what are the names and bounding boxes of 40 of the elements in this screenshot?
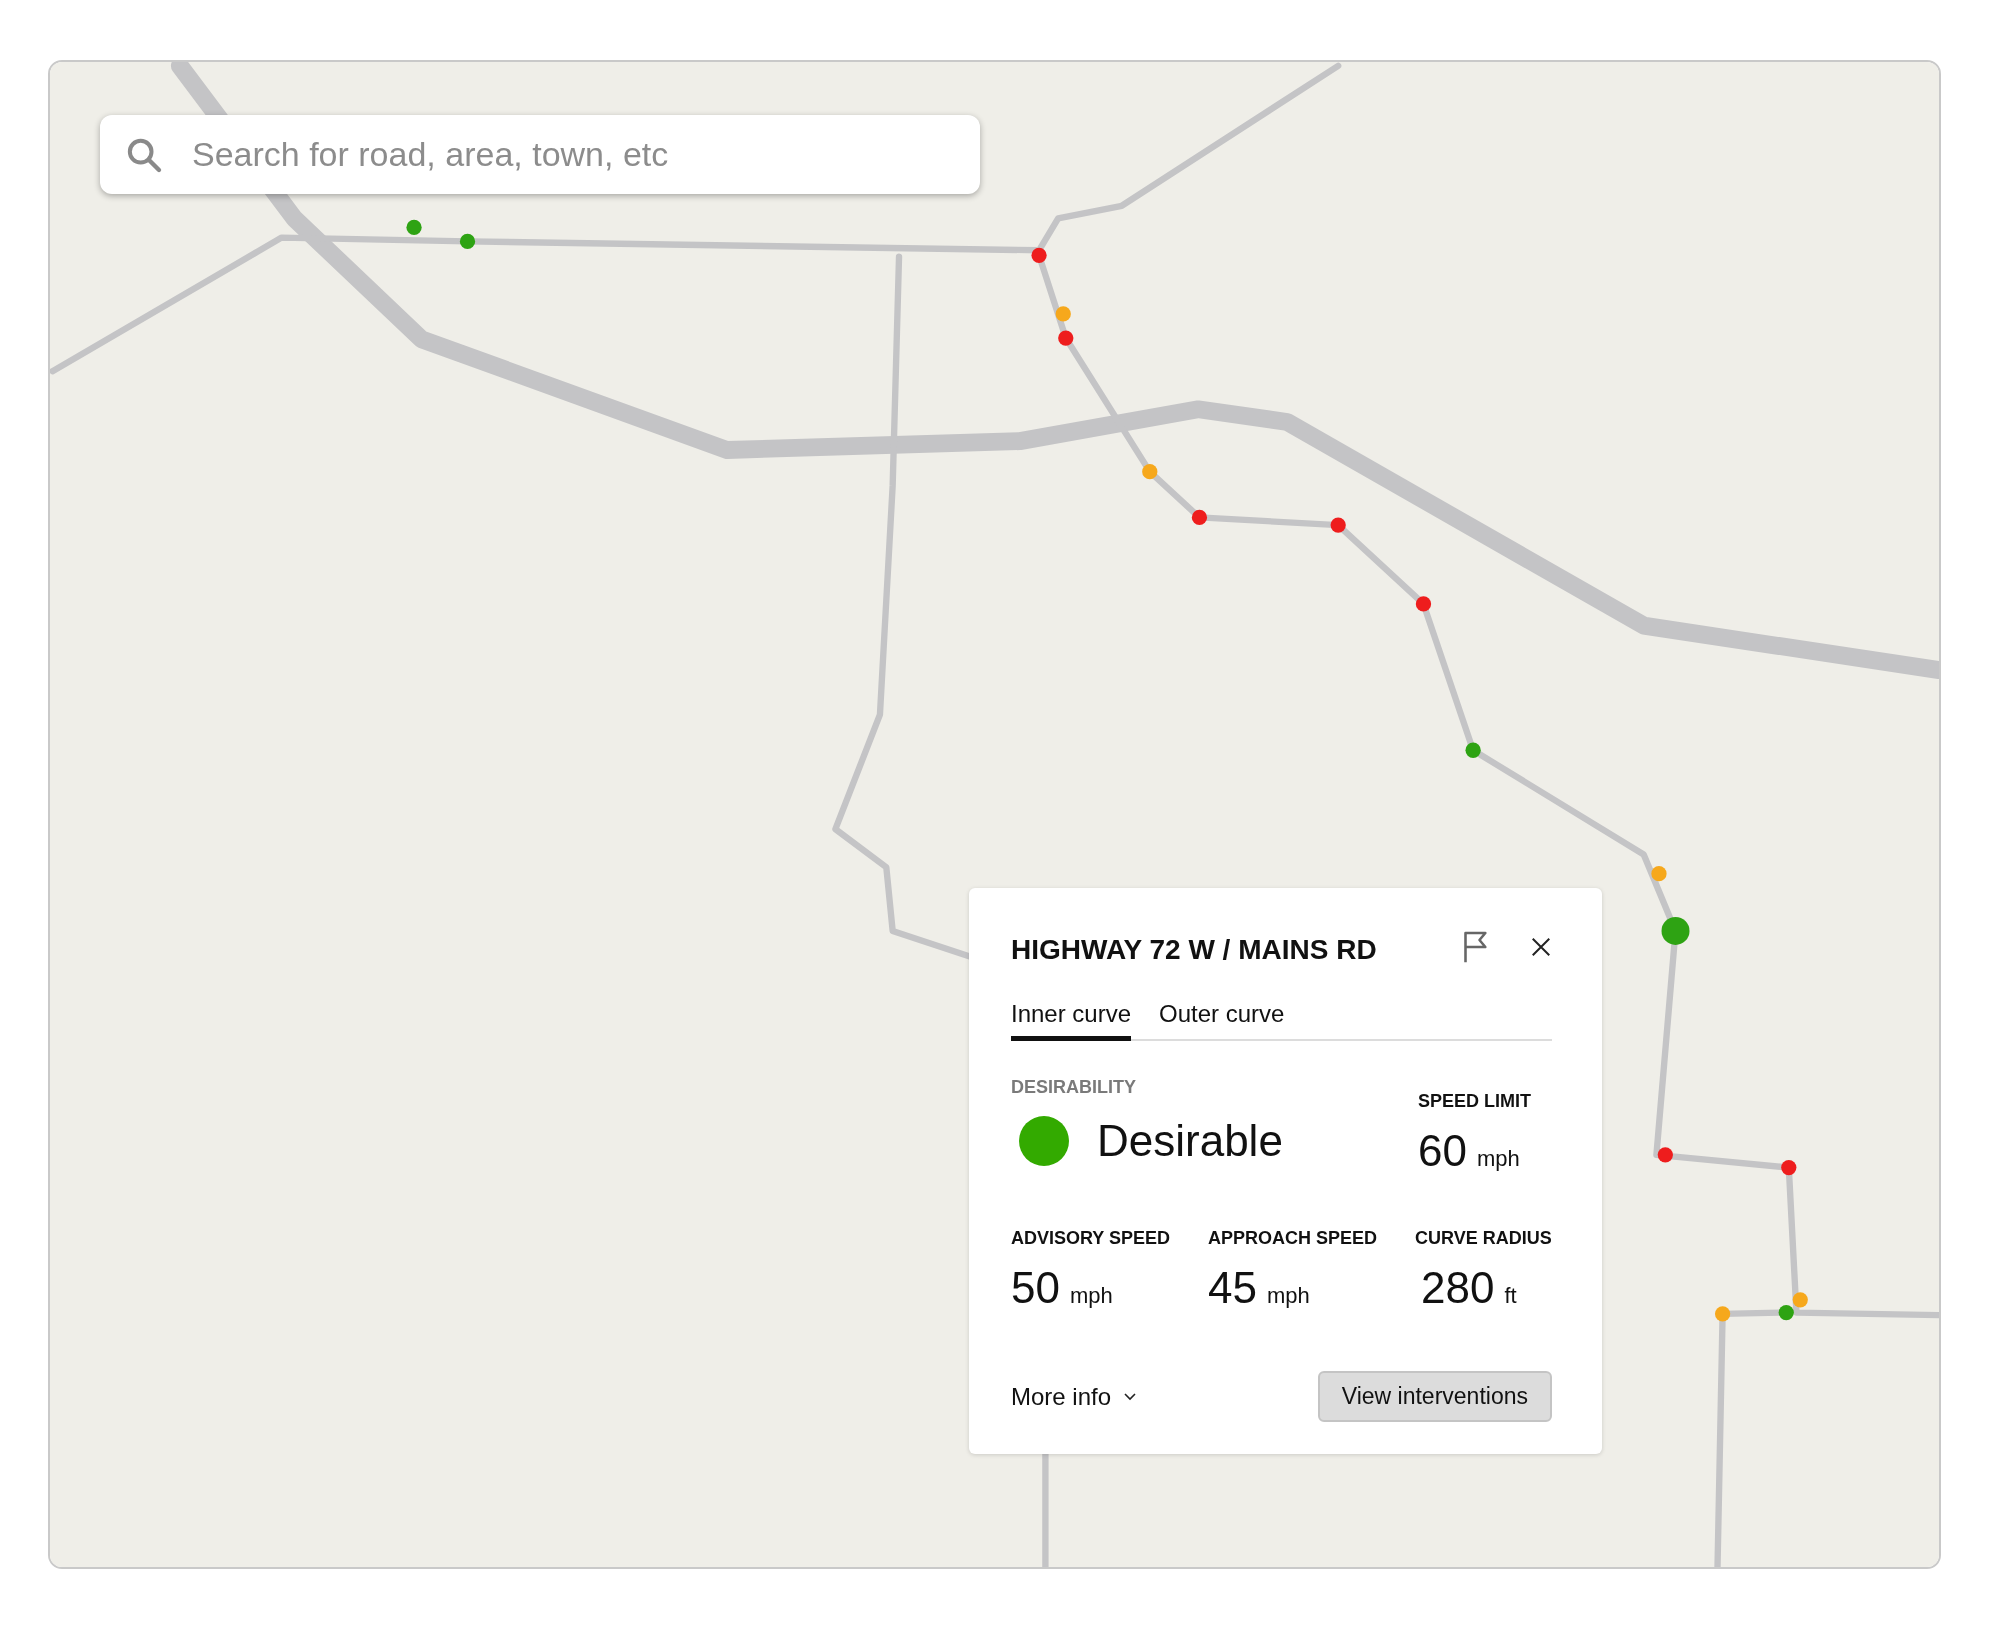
map-marker[interactable] [1055,306,1071,322]
tab[interactable]: Outer curve [1159,994,1285,1041]
map-marker[interactable] [1031,247,1047,263]
map-marker[interactable] [1781,1159,1797,1176]
chevron-down-icon [1123,1391,1138,1402]
desirability-label: DESIRABILITY [1011,1077,1137,1098]
metric-value: 45 [1208,1263,1257,1312]
metric-unit: ft [1504,1283,1517,1308]
metric-value: 280 [1421,1263,1495,1312]
metric-unit: mph [1476,1146,1520,1171]
metric-value: 60 [1418,1126,1467,1175]
metric-unit: mph [1267,1283,1310,1308]
map-marker[interactable] [1657,1147,1673,1163]
metric-unit: mph [1069,1283,1113,1308]
map-marker[interactable] [406,219,422,235]
map-marker[interactable] [459,233,476,249]
map-marker[interactable] [1330,517,1346,533]
map-marker[interactable] [1778,1304,1794,1321]
view-interventions-button[interactable]: View interventions [1317,1371,1552,1422]
desirability-value: Desirable [1097,1116,1283,1166]
metric-label: APPROACH SPEED [1208,1228,1378,1249]
map-marker[interactable] [1661,916,1690,945]
map-marker[interactable] [1465,742,1481,758]
metric-label: CURVE RADIUS [1415,1228,1552,1249]
map-marker[interactable] [1142,464,1158,480]
search-bar[interactable]: Search for road, area, town, etc [100,115,980,194]
map-marker[interactable] [1714,1306,1731,1322]
map-marker[interactable] [1792,1292,1808,1308]
map-marker[interactable] [1191,509,1208,526]
metric-value: 50 [1011,1263,1060,1312]
map-marker[interactable] [1651,866,1667,882]
popup-title: HIGHWAY 72 W / MAINS RD [1011,934,1378,966]
map-marker[interactable] [1058,330,1074,346]
more-info-button[interactable]: More info [1011,1382,1138,1411]
close-icon[interactable] [1530,936,1552,958]
metric-label: ADVISORY SPEED [1011,1228,1171,1249]
metric-label: SPEED LIMIT [1418,1091,1532,1112]
map-marker[interactable] [1415,596,1432,612]
search-field[interactable]: Search for road, area, town, etc [190,134,956,175]
tab[interactable]: Inner curve [1011,994,1132,1041]
